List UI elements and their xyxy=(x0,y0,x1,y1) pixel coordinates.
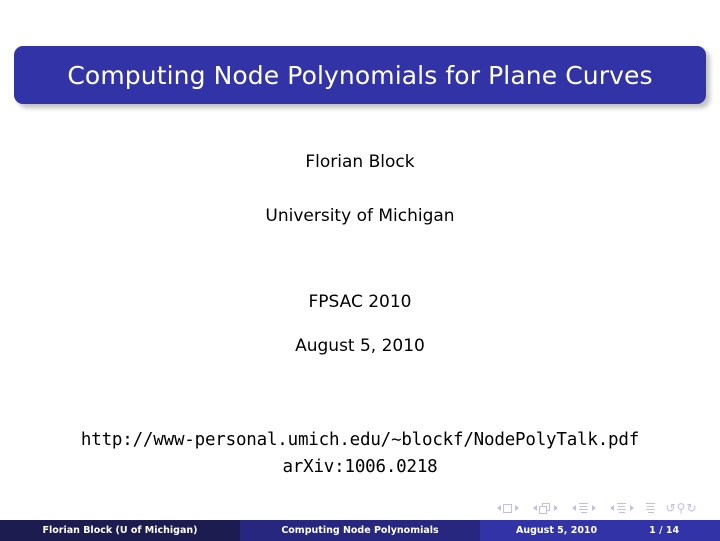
frame-icon-front-sheet xyxy=(539,505,548,514)
slide-icon[interactable] xyxy=(503,503,513,513)
presentation-icon-line xyxy=(646,502,656,505)
footer-short-title: Computing Node Polynomials xyxy=(240,520,480,541)
section-navigation-group xyxy=(607,502,636,514)
subsection-icon-line xyxy=(580,511,587,514)
search-icon[interactable]: ⚲ xyxy=(677,502,686,514)
previous-frame-arrow-icon[interactable] xyxy=(532,505,537,511)
back-icon[interactable]: ↺ xyxy=(666,502,676,514)
beamer-navigation-symbols: ↺ ⚲ ↻ xyxy=(494,499,706,517)
forward-icon[interactable]: ↻ xyxy=(686,502,696,514)
presentation-navigation-group xyxy=(645,502,656,514)
footer-meta: August 5, 2010 1 / 14 xyxy=(480,520,720,541)
next-frame-arrow-icon[interactable] xyxy=(553,505,558,511)
subsection-navigation-group xyxy=(569,502,598,514)
slide-navigation-group xyxy=(494,503,521,513)
frame-icon[interactable] xyxy=(539,502,551,514)
slide-footer: Florian Block (U of Michigan) Computing … xyxy=(0,520,720,541)
subsection-icon-line xyxy=(579,502,589,505)
arxiv-identifier[interactable]: arXiv:1006.0218 xyxy=(0,457,720,477)
section-icon[interactable] xyxy=(616,502,627,514)
next-section-arrow-icon[interactable] xyxy=(629,505,634,511)
previous-slide-arrow-icon[interactable] xyxy=(496,505,501,511)
next-slide-arrow-icon[interactable] xyxy=(514,505,519,511)
history-navigation-group: ↺ ⚲ ↻ xyxy=(665,502,697,514)
previous-section-arrow-icon[interactable] xyxy=(609,505,614,511)
footer-date: August 5, 2010 xyxy=(516,525,598,536)
presentation-date: August 5, 2010 xyxy=(295,336,425,356)
frame-navigation-group xyxy=(530,502,560,514)
author-affiliation: University of Michigan xyxy=(265,206,455,226)
presentation-icon-line xyxy=(647,505,655,508)
subsection-icon[interactable] xyxy=(578,502,589,514)
conference-name: FPSAC 2010 xyxy=(308,292,412,312)
previous-subsection-arrow-icon[interactable] xyxy=(571,505,576,511)
section-icon-line xyxy=(617,502,627,505)
presentation-icon-line xyxy=(646,508,656,511)
presentation-icon-line xyxy=(647,511,654,514)
footer-page-number: 1 / 14 xyxy=(649,525,680,536)
slide-title-bar: Computing Node Polynomials for Plane Cur… xyxy=(14,46,706,104)
author-name: Florian Block xyxy=(305,152,415,172)
footer-author: Florian Block (U of Michigan) xyxy=(0,520,240,541)
presentation-icon[interactable] xyxy=(645,502,656,514)
section-icon-line xyxy=(618,505,626,508)
talk-url[interactable]: http://www-personal.umich.edu/∼blockf/No… xyxy=(0,430,720,450)
section-icon-line xyxy=(617,508,627,511)
subsection-icon-line xyxy=(580,505,588,508)
subsection-icon-line xyxy=(579,508,589,511)
next-subsection-arrow-icon[interactable] xyxy=(591,505,596,511)
section-icon-line xyxy=(618,511,625,514)
page-title: Computing Node Polynomials for Plane Cur… xyxy=(67,60,653,90)
